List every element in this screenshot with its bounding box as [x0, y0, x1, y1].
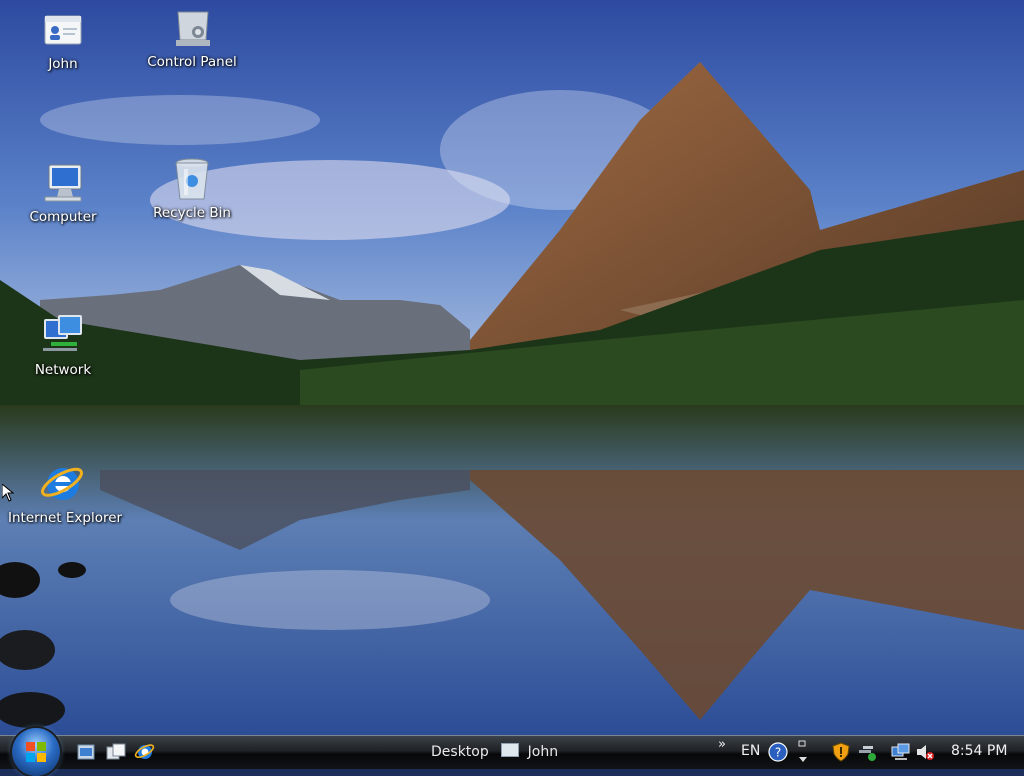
- security-shield-icon[interactable]: [831, 742, 851, 762]
- toolbar-chevron[interactable]: »: [718, 737, 726, 752]
- clock[interactable]: 8:54 PM: [951, 743, 1007, 759]
- network-activity-icon[interactable]: [857, 742, 877, 762]
- desktop-icon-computer[interactable]: Computer: [8, 159, 118, 225]
- desktop-icon-label: Control Panel: [147, 54, 237, 70]
- desktop-icon-label: Computer: [29, 209, 97, 225]
- internet-explorer-icon: [41, 467, 83, 500]
- show-desktop-icon[interactable]: [75, 741, 97, 763]
- desktop-icon-label: Network: [34, 362, 92, 378]
- switch-windows-icon[interactable]: [105, 741, 127, 763]
- help-icon[interactable]: ?: [768, 742, 788, 762]
- desktop-icon-network[interactable]: Network: [8, 312, 118, 378]
- desktop-icon-label: Recycle Bin: [153, 205, 231, 221]
- desktop-icon-label: Internet Explorer: [8, 510, 123, 526]
- desktop-icon-control-panel[interactable]: Control Panel: [137, 4, 247, 70]
- desktop-icon-label: John: [48, 56, 78, 72]
- network-connection-icon[interactable]: [891, 742, 911, 762]
- language-indicator[interactable]: EN: [741, 743, 760, 759]
- network-icon: [43, 315, 82, 351]
- desktop-icon-user-folder[interactable]: John: [8, 6, 118, 72]
- user-folder-toolbar-label[interactable]: John: [528, 744, 558, 760]
- desktop-icon-internet-explorer[interactable]: Internet Explorer: [8, 460, 123, 526]
- desktop-toolbar[interactable]: Desktop John: [431, 743, 558, 760]
- taskbar: Desktop John » EN ? 8:54 PM: [0, 728, 1024, 776]
- desktop-icon-recycle-bin[interactable]: Recycle Bin: [137, 155, 247, 221]
- volume-muted-icon[interactable]: [915, 742, 935, 762]
- svg-text:?: ?: [775, 746, 781, 760]
- language-options-icon[interactable]: [797, 739, 809, 765]
- user-folder-icon: [44, 15, 82, 45]
- mouse-cursor-icon: [2, 484, 14, 502]
- computer-icon: [44, 164, 82, 202]
- internet-explorer-quicklaunch-icon[interactable]: [134, 741, 156, 763]
- start-button[interactable]: [12, 728, 60, 776]
- windows-logo-icon: [26, 742, 46, 762]
- folder-icon: [501, 743, 520, 757]
- control-panel-icon: [176, 11, 210, 46]
- desktop-toolbar-label: Desktop: [431, 744, 489, 760]
- desktop-wallpaper: [0, 0, 1024, 735]
- recycle-bin-icon: [175, 158, 209, 200]
